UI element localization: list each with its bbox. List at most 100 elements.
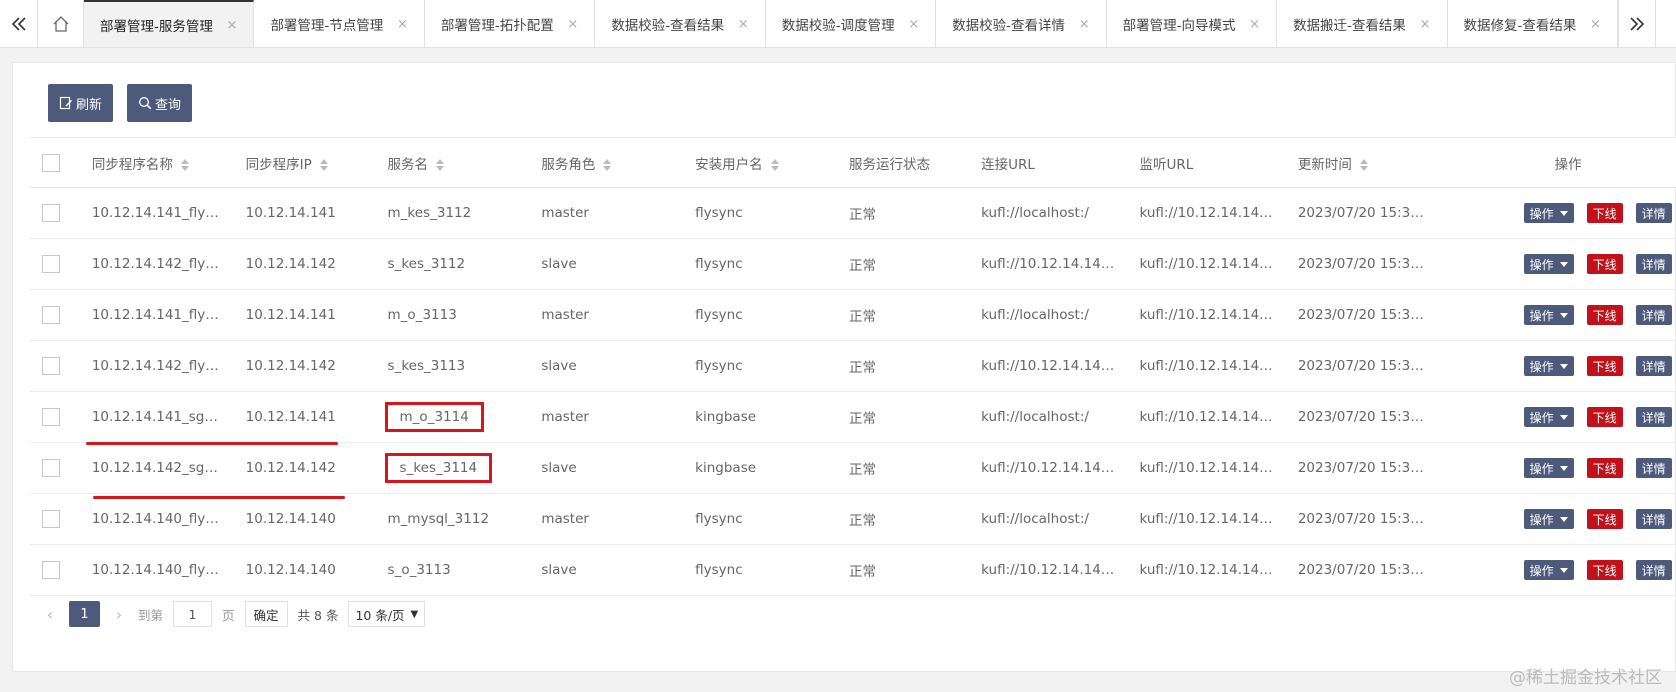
sort-icon[interactable] xyxy=(770,158,779,171)
sort-icon[interactable] xyxy=(180,158,189,171)
table-header-row: 同步程序名称 同步程序IP 服务名 服务角色 安装用户名 服务运行状态 连接UR… xyxy=(29,137,1676,188)
prev-page-icon[interactable]: ‹ xyxy=(41,605,59,624)
dropdown-caret-icon: ▼ xyxy=(410,608,419,620)
cell-service-role: master xyxy=(528,493,683,545)
offline-button[interactable]: 下线 xyxy=(1586,458,1623,478)
row-select-cell xyxy=(29,442,79,494)
detail-button[interactable]: 详情 xyxy=(1635,458,1672,478)
cell-listen-url: kufl://10.12.14.14… xyxy=(1126,442,1285,494)
query-button[interactable]: 查询 xyxy=(127,84,193,122)
tab-check-details[interactable]: 数据校验-查看详情 × xyxy=(936,0,1107,47)
offline-button[interactable]: 下线 xyxy=(1586,254,1623,274)
operate-dropdown-button[interactable]: 操作 xyxy=(1523,509,1574,529)
select-all-checkbox[interactable] xyxy=(42,153,60,172)
sync-ip-value: 10.12.14.140 xyxy=(245,511,336,527)
offline-button[interactable]: 下线 xyxy=(1586,305,1623,325)
operate-dropdown-button[interactable]: 操作 xyxy=(1523,407,1574,427)
row-actions: 操作 下线 详情 xyxy=(1478,254,1676,274)
header-label: 同步程序名称 xyxy=(91,156,173,173)
header-label: 监听URL xyxy=(1139,156,1194,173)
tab-service-management[interactable]: 部署管理-服务管理 × xyxy=(84,0,255,47)
detail-button[interactable]: 详情 xyxy=(1635,407,1672,427)
offline-button[interactable]: 下线 xyxy=(1586,203,1623,223)
close-icon[interactable]: × xyxy=(908,17,919,32)
next-page-icon[interactable]: › xyxy=(110,605,128,624)
row-checkbox[interactable] xyxy=(42,357,60,375)
home-icon[interactable] xyxy=(38,0,84,48)
cell-sync-name: 10.12.14.142_sg… xyxy=(78,442,233,494)
sync-name-value: 10.12.14.142_sg… xyxy=(91,460,218,476)
close-icon[interactable]: × xyxy=(567,17,578,32)
tab-schedule-management[interactable]: 数据校验-调度管理 × xyxy=(766,0,937,47)
close-icon[interactable]: × xyxy=(1590,17,1601,32)
service-name-value: s_kes_3114 xyxy=(384,453,493,483)
refresh-button[interactable]: 刷新 xyxy=(48,84,114,122)
confirm-button[interactable]: 确定 xyxy=(244,601,288,627)
offline-button[interactable]: 下线 xyxy=(1586,407,1623,427)
page-size-select[interactable]: 10 条/页 ▼ xyxy=(348,601,426,627)
tab-migration-results[interactable]: 数据搬迁-查看结果 × xyxy=(1277,0,1448,47)
close-icon[interactable]: × xyxy=(1079,17,1090,32)
operate-dropdown-button[interactable]: 操作 xyxy=(1523,458,1574,478)
tab-topology-config[interactable]: 部署管理-拓扑配置 × xyxy=(425,0,596,47)
row-select-cell xyxy=(29,289,79,341)
tab-repair-results[interactable]: 数据修复-查看结果 × xyxy=(1448,0,1618,47)
row-checkbox[interactable] xyxy=(42,510,60,528)
goto-page-input[interactable] xyxy=(173,601,213,627)
operate-dropdown-button[interactable]: 操作 xyxy=(1523,305,1574,325)
close-icon[interactable]: × xyxy=(738,17,749,32)
row-actions: 操作 下线 详情 xyxy=(1478,560,1676,580)
header-label: 同步程序IP xyxy=(245,156,312,173)
connect-url-value: kufl://10.12.14.14… xyxy=(981,256,1115,272)
close-icon[interactable]: × xyxy=(227,18,238,33)
col-service-name[interactable]: 服务名 xyxy=(374,137,529,188)
tab-wizard-mode[interactable]: 部署管理-向导模式 × xyxy=(1107,0,1278,47)
row-checkbox[interactable] xyxy=(42,204,60,222)
operate-dropdown-button[interactable]: 操作 xyxy=(1523,560,1574,580)
close-icon[interactable]: × xyxy=(397,17,408,32)
table-row: 10.12.14.140_fly… 10.12.14.140 s_o_3113 sla… xyxy=(29,544,1676,596)
col-service-role[interactable]: 服务角色 xyxy=(528,137,683,188)
operate-dropdown-button[interactable]: 操作 xyxy=(1523,203,1574,223)
detail-button[interactable]: 详情 xyxy=(1635,254,1672,274)
operate-dropdown-button[interactable]: 操作 xyxy=(1523,356,1574,376)
tab-check-results[interactable]: 数据校验-查看结果 × xyxy=(595,0,766,47)
connect-url-value: kufl://localhost:/ xyxy=(981,307,1089,323)
install-user-value: flysync xyxy=(695,511,743,527)
close-icon[interactable]: × xyxy=(1420,17,1431,32)
row-checkbox[interactable] xyxy=(42,408,60,426)
cell-service-name: s_o_3113 xyxy=(374,544,529,596)
sort-icon[interactable] xyxy=(1359,158,1368,171)
row-checkbox[interactable] xyxy=(42,561,60,579)
row-checkbox[interactable] xyxy=(42,306,60,324)
detail-button[interactable]: 详情 xyxy=(1635,509,1672,529)
offline-button[interactable]: 下线 xyxy=(1586,356,1623,376)
detail-button[interactable]: 详情 xyxy=(1635,356,1672,376)
detail-button[interactable]: 详情 xyxy=(1635,203,1672,223)
cell-connect-url: kufl://10.12.14.14… xyxy=(968,238,1127,290)
row-checkbox[interactable] xyxy=(42,459,60,477)
col-update-time[interactable]: 更新时间 xyxy=(1284,137,1465,188)
double-chevron-left-icon[interactable] xyxy=(0,0,38,48)
update-time-value: 2023/07/20 15:3… xyxy=(1297,307,1424,323)
cell-sync-name: 10.12.14.141_fly… xyxy=(78,187,233,239)
detail-button[interactable]: 详情 xyxy=(1635,560,1672,580)
refresh-label: 刷新 xyxy=(76,97,103,113)
cell-sync-ip: 10.12.14.140 xyxy=(232,493,375,545)
offline-button[interactable]: 下线 xyxy=(1586,509,1623,529)
sort-icon[interactable] xyxy=(603,158,612,171)
double-chevron-right-icon[interactable] xyxy=(1618,0,1656,48)
row-checkbox[interactable] xyxy=(42,255,60,273)
total-count: 共 8 条 xyxy=(297,607,339,623)
col-sync-ip[interactable]: 同步程序IP xyxy=(232,137,375,188)
detail-button[interactable]: 详情 xyxy=(1635,305,1672,325)
col-sync-name[interactable]: 同步程序名称 xyxy=(78,137,233,188)
sort-icon[interactable] xyxy=(319,158,328,171)
current-page-button[interactable]: 1 xyxy=(69,601,100,627)
tab-node-management[interactable]: 部署管理-节点管理 × xyxy=(254,0,425,47)
close-icon[interactable]: × xyxy=(1249,17,1260,32)
offline-button[interactable]: 下线 xyxy=(1586,560,1623,580)
sort-icon[interactable] xyxy=(436,158,445,171)
operate-dropdown-button[interactable]: 操作 xyxy=(1523,254,1574,274)
col-install-user[interactable]: 安装用户名 xyxy=(682,137,836,188)
